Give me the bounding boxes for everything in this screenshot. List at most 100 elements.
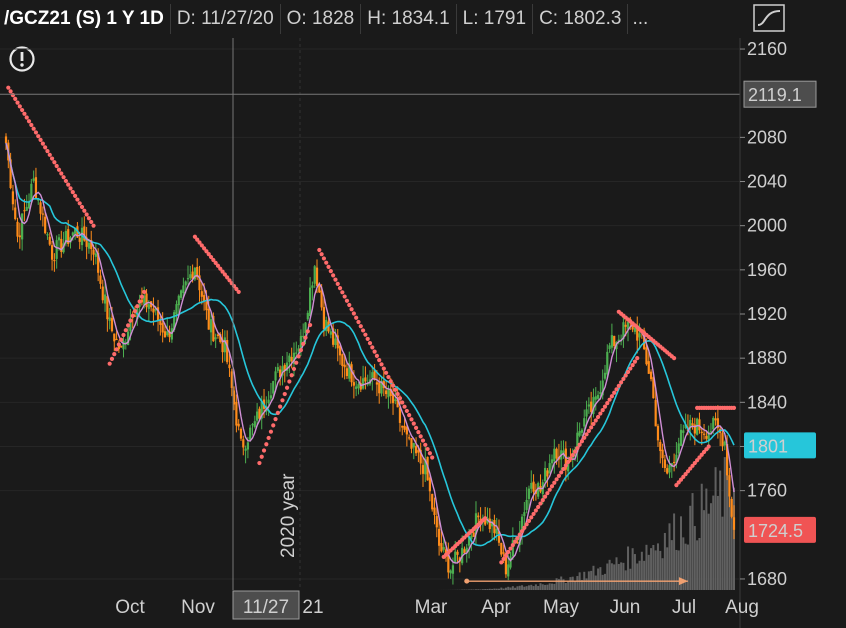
sar-dot <box>625 369 631 375</box>
chart-style-button[interactable] <box>752 3 786 33</box>
candle-body <box>53 259 56 262</box>
time-axis[interactable]: Oct Nov 11/27 21 Mar Apr May Jun Jul Aug <box>115 590 759 620</box>
sar-dot <box>602 404 608 409</box>
candle-body <box>147 304 150 309</box>
sar-dot <box>425 446 430 452</box>
sar-dot <box>335 281 340 286</box>
price-tick-label: 1920 <box>747 304 787 324</box>
sar-dot <box>559 470 564 475</box>
sar-dot <box>593 418 598 423</box>
volume-bar <box>617 563 620 590</box>
sar-dot <box>22 111 27 116</box>
candle-body <box>712 417 715 430</box>
volume-bar <box>723 457 726 590</box>
candle-body <box>525 499 528 510</box>
sar-dot <box>582 435 587 440</box>
candle-body <box>161 323 164 333</box>
sar-dot <box>672 356 677 361</box>
candle-body <box>269 395 273 399</box>
sar-dot <box>278 404 283 409</box>
candle-body <box>394 399 397 402</box>
sar-dot <box>70 190 75 195</box>
candle-body <box>488 518 491 530</box>
candle-body <box>115 338 118 341</box>
sar-dot <box>303 335 308 340</box>
volume-bar <box>585 578 588 590</box>
candle-body <box>120 345 123 348</box>
year-divider-label: 2020 year <box>278 473 299 558</box>
volume-bar <box>643 560 646 590</box>
sar-dot <box>420 438 426 443</box>
sar-dot <box>319 252 324 257</box>
sar-dot <box>363 332 368 337</box>
candle-body <box>596 394 600 399</box>
candle-body <box>256 411 259 421</box>
sar-dot <box>591 421 596 427</box>
candle-body <box>200 291 203 297</box>
sar-dot <box>598 411 603 416</box>
candle-body <box>440 543 443 552</box>
volume-bar <box>521 585 524 590</box>
trendline-start <box>464 578 470 584</box>
volume-bar <box>560 576 563 590</box>
candle-body <box>182 285 185 294</box>
price-tick-label: 2000 <box>747 216 787 236</box>
candle-body <box>343 364 346 368</box>
volume-bar <box>610 563 613 590</box>
price-chart[interactable]: 2020 year 2119.1 2160 2080 2040 2000 1960 192… <box>0 38 846 628</box>
candle-body <box>209 319 213 333</box>
time-tick-label: 11/27 <box>243 597 289 618</box>
price-tick-label: 1840 <box>747 392 787 412</box>
sar-dot <box>616 383 621 388</box>
candle-body <box>25 206 28 211</box>
sar-dot <box>526 518 532 523</box>
sar-dot <box>538 501 543 506</box>
candle-body <box>663 459 666 469</box>
sar-dot <box>79 204 85 210</box>
candle-body <box>274 371 277 381</box>
sar-dot <box>82 208 87 213</box>
candle-body <box>645 347 648 365</box>
candle-body <box>401 425 404 428</box>
sar-dot <box>354 315 359 320</box>
sar-dot <box>586 428 591 433</box>
candle-body <box>251 424 254 426</box>
volume-bar <box>707 513 710 590</box>
candle-body <box>532 481 535 492</box>
candle-body <box>163 331 167 338</box>
sar-dot <box>614 387 619 392</box>
volume-bar <box>488 588 491 590</box>
sar-dot <box>356 319 361 325</box>
sar-dot <box>73 193 78 198</box>
more-button[interactable]: ... <box>628 4 652 34</box>
sar-dot <box>107 361 112 366</box>
sar-dot <box>294 360 299 365</box>
candle-body <box>732 517 736 530</box>
sar-dot <box>388 379 393 384</box>
sar-dot <box>119 337 124 342</box>
volume-bar <box>569 577 572 590</box>
sar-dot <box>556 473 562 478</box>
candle-body <box>679 429 683 446</box>
sar-dot <box>358 324 363 329</box>
candle-body <box>246 442 249 450</box>
sar-dot <box>123 328 128 333</box>
volume-bar <box>539 583 542 590</box>
sar-dot <box>427 451 432 456</box>
symbol-label[interactable]: /GCZ21 (S) 1 Y 1D <box>0 4 171 34</box>
sar-dot <box>86 216 92 221</box>
candle-body <box>587 404 590 407</box>
sar-dot <box>20 107 25 113</box>
sar-dot <box>515 536 520 541</box>
volume-bar <box>673 513 676 590</box>
volume-bar <box>652 544 655 590</box>
open-readout: O: 1828 <box>281 4 362 34</box>
sar-dot <box>308 322 313 328</box>
candle-body <box>702 433 706 435</box>
candle-body <box>313 266 316 284</box>
candle-body <box>673 461 676 464</box>
volume-bar <box>650 548 653 590</box>
trendline[interactable] <box>464 577 688 586</box>
candlesticks <box>4 133 736 585</box>
sar-dot <box>52 160 57 165</box>
